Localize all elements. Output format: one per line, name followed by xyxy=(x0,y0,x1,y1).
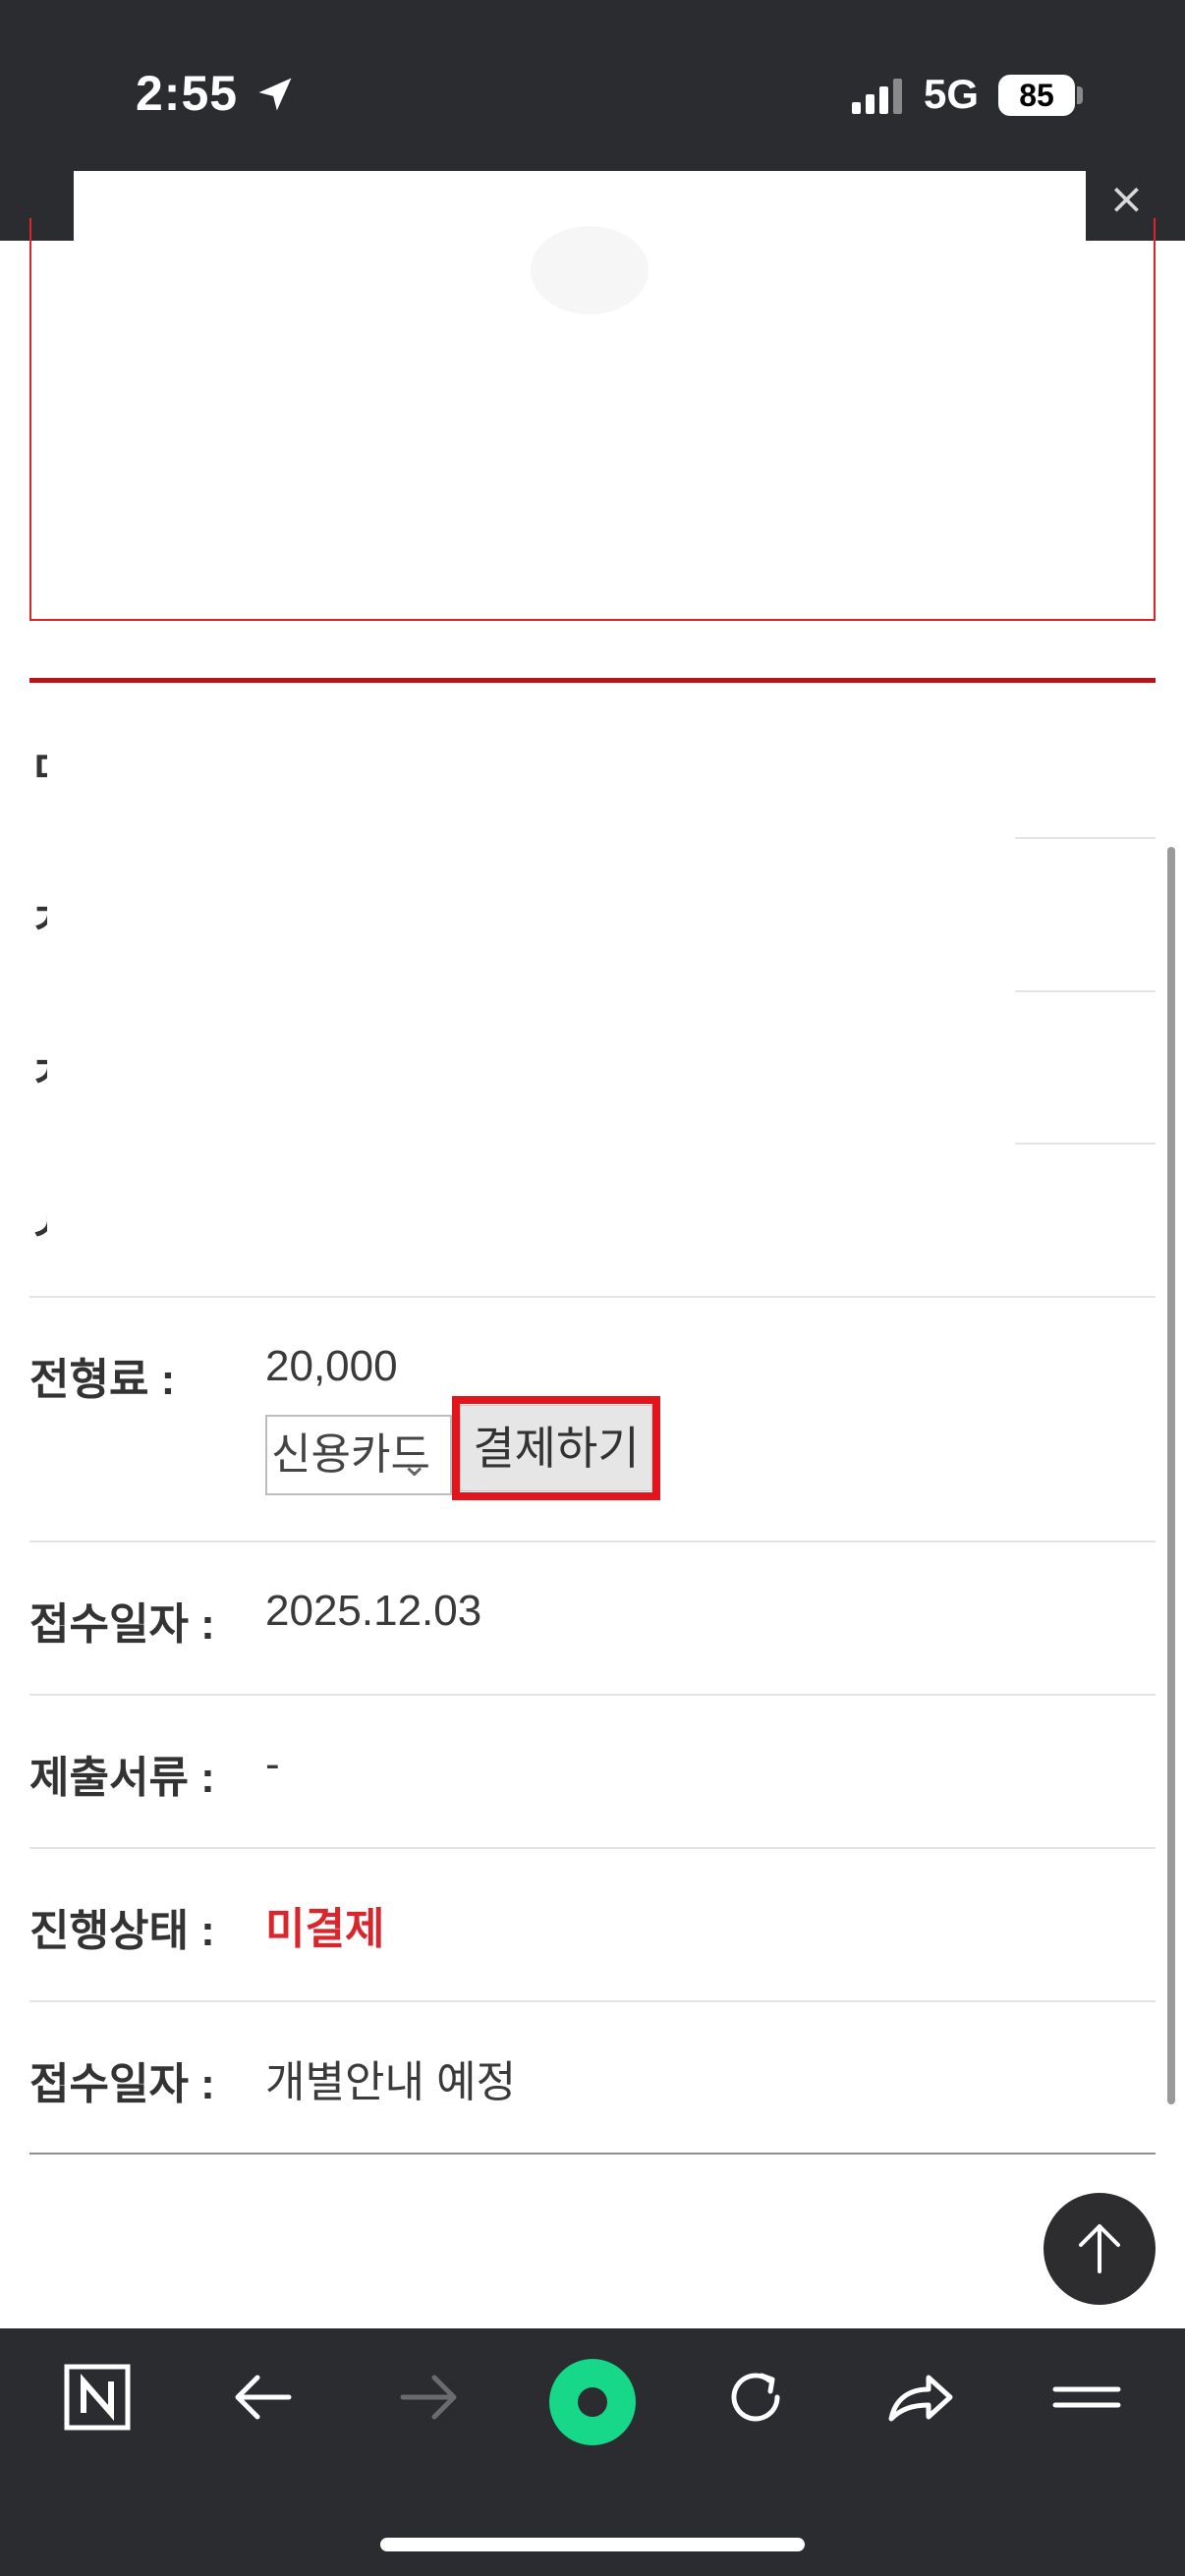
scrollbar[interactable] xyxy=(1167,847,1175,2104)
menu-icon[interactable] xyxy=(1047,2358,1126,2436)
row-divider xyxy=(1015,1143,1156,1145)
notice-date-label: 접수일자 : xyxy=(29,2060,215,2108)
row-divider xyxy=(29,1847,1156,1849)
naver-n-icon[interactable] xyxy=(58,2358,137,2436)
row-divider xyxy=(29,1694,1156,1696)
row-divider xyxy=(29,1296,1156,1298)
forward-arrow-icon[interactable] xyxy=(389,2358,468,2436)
row-divider xyxy=(1015,990,1156,992)
battery-tip xyxy=(1077,86,1083,104)
home-indicator[interactable] xyxy=(380,2538,805,2551)
row-divider xyxy=(29,1540,1156,1542)
obscured-label: ㅈ xyxy=(29,884,47,947)
documents-value: - xyxy=(265,1740,280,1788)
row-divider xyxy=(29,2000,1156,2002)
obscured-label: ㅈ xyxy=(29,1037,47,1100)
fee-value: 20,000 xyxy=(265,1342,398,1390)
pay-button[interactable]: 결제하기 xyxy=(460,1405,652,1491)
signal-bars-icon xyxy=(852,79,902,114)
table-bottom-divider xyxy=(29,2153,1156,2155)
refresh-icon[interactable] xyxy=(716,2358,795,2436)
payment-method-select[interactable]: 신용카드 ⌄ xyxy=(265,1415,452,1495)
share-icon[interactable] xyxy=(881,2358,960,2436)
status-time: 2:55 xyxy=(136,66,239,121)
status-label: 진행상태 : xyxy=(29,1907,215,1955)
scroll-top-button[interactable] xyxy=(1044,2193,1156,2305)
row-divider xyxy=(1015,837,1156,839)
location-arrow-icon xyxy=(258,78,292,111)
arrow-up-icon xyxy=(1079,2224,1120,2273)
back-arrow-icon[interactable] xyxy=(224,2358,303,2436)
notice-date-value: 개별안내 예정 xyxy=(265,2058,517,2106)
obscured-label: ㅅ xyxy=(29,1191,47,1254)
obscured-label: ㄷ xyxy=(29,732,47,795)
green-dot-icon[interactable] xyxy=(546,2356,639,2448)
battery-icon: 85 xyxy=(998,75,1075,116)
faint-logo-shape xyxy=(531,226,649,314)
receipt-date-value: 2025.12.03 xyxy=(265,1587,482,1635)
close-icon[interactable]: × xyxy=(1108,178,1145,221)
network-label: 5G xyxy=(924,71,980,117)
documents-label: 제출서류 : xyxy=(29,1754,215,1802)
section-divider xyxy=(29,678,1156,683)
receipt-date-label: 접수일자 : xyxy=(29,1600,215,1649)
chevron-down-icon: ⌄ xyxy=(400,1446,429,1484)
fee-label: 전형료 : xyxy=(29,1356,176,1404)
status-badge: 미결제 xyxy=(265,1905,385,1953)
